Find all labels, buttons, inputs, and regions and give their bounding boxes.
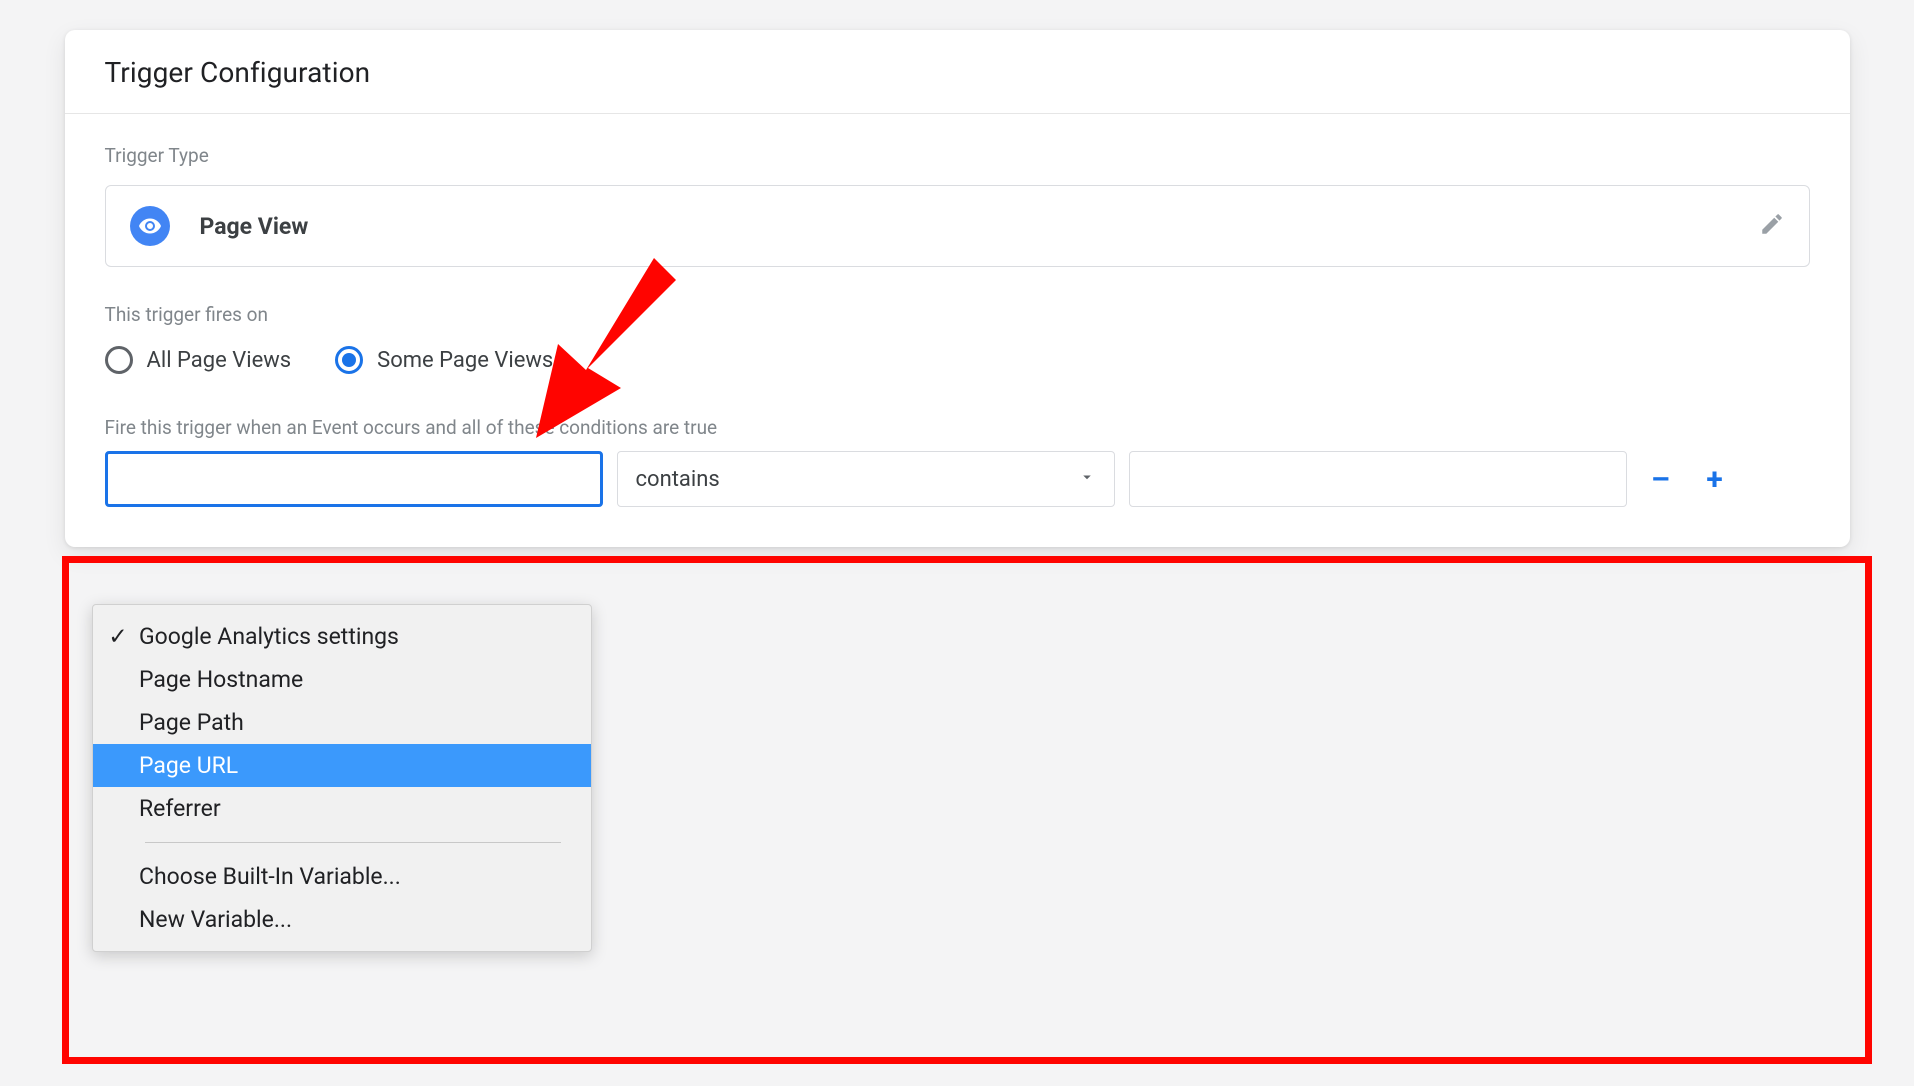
radio-some-page-views[interactable]: Some Page Views xyxy=(335,346,553,374)
dropdown-divider xyxy=(145,842,561,843)
card-title: Trigger Configuration xyxy=(105,56,1810,89)
dropdown-item-label: Referrer xyxy=(139,795,221,822)
remove-condition-button[interactable]: – xyxy=(1641,459,1681,499)
radio-circle-checked xyxy=(335,346,363,374)
variable-select[interactable] xyxy=(105,451,603,507)
dropdown-item-label: Page URL xyxy=(139,752,238,779)
dropdown-item-page-url[interactable]: Page URL xyxy=(93,744,591,787)
radio-row: All Page Views Some Page Views xyxy=(105,346,1810,374)
dropdown-item-label: New Variable... xyxy=(139,906,292,933)
radio-circle-unchecked xyxy=(105,346,133,374)
operator-select[interactable]: contains xyxy=(617,451,1115,507)
dropdown-item-page-path[interactable]: Page Path xyxy=(93,701,591,744)
dropdown-item-referrer[interactable]: Referrer xyxy=(93,787,591,830)
dropdown-item-label: Choose Built-In Variable... xyxy=(139,863,401,890)
value-input[interactable] xyxy=(1129,451,1627,507)
chevron-down-icon xyxy=(1078,467,1096,492)
edit-icon[interactable] xyxy=(1759,211,1785,241)
dropdown-item-label: Google Analytics settings xyxy=(139,623,399,650)
trigger-type-box[interactable]: Page View xyxy=(105,185,1810,267)
radio-label-some: Some Page Views xyxy=(377,348,553,373)
trigger-type-label: Trigger Type xyxy=(105,144,1810,167)
operator-value: contains xyxy=(636,467,720,492)
dropdown-item-label: Page Path xyxy=(139,709,244,736)
radio-all-page-views[interactable]: All Page Views xyxy=(105,346,292,374)
trigger-type-name: Page View xyxy=(200,213,309,240)
condition-row: contains – + xyxy=(105,451,1810,507)
dropdown-item-newvar[interactable]: New Variable... xyxy=(93,898,591,941)
page-view-icon xyxy=(130,206,170,246)
card-body: Trigger Type Page View This trigger fire… xyxy=(65,114,1850,547)
dropdown-item-label: Page Hostname xyxy=(139,666,303,693)
radio-label-all: All Page Views xyxy=(147,348,292,373)
dropdown-item-builtin[interactable]: Choose Built-In Variable... xyxy=(93,855,591,898)
fires-on-label: This trigger fires on xyxy=(105,303,1810,326)
variable-dropdown[interactable]: ✓ Google Analytics settings Page Hostnam… xyxy=(92,604,592,952)
dropdown-item-page-hostname[interactable]: Page Hostname xyxy=(93,658,591,701)
trigger-config-card: Trigger Configuration Trigger Type Page … xyxy=(65,30,1850,547)
card-header: Trigger Configuration xyxy=(65,30,1850,114)
dropdown-item-ga-settings[interactable]: ✓ Google Analytics settings xyxy=(93,615,591,658)
add-condition-button[interactable]: + xyxy=(1695,459,1735,499)
check-icon: ✓ xyxy=(107,623,129,650)
conditions-label: Fire this trigger when an Event occurs a… xyxy=(105,416,1810,439)
